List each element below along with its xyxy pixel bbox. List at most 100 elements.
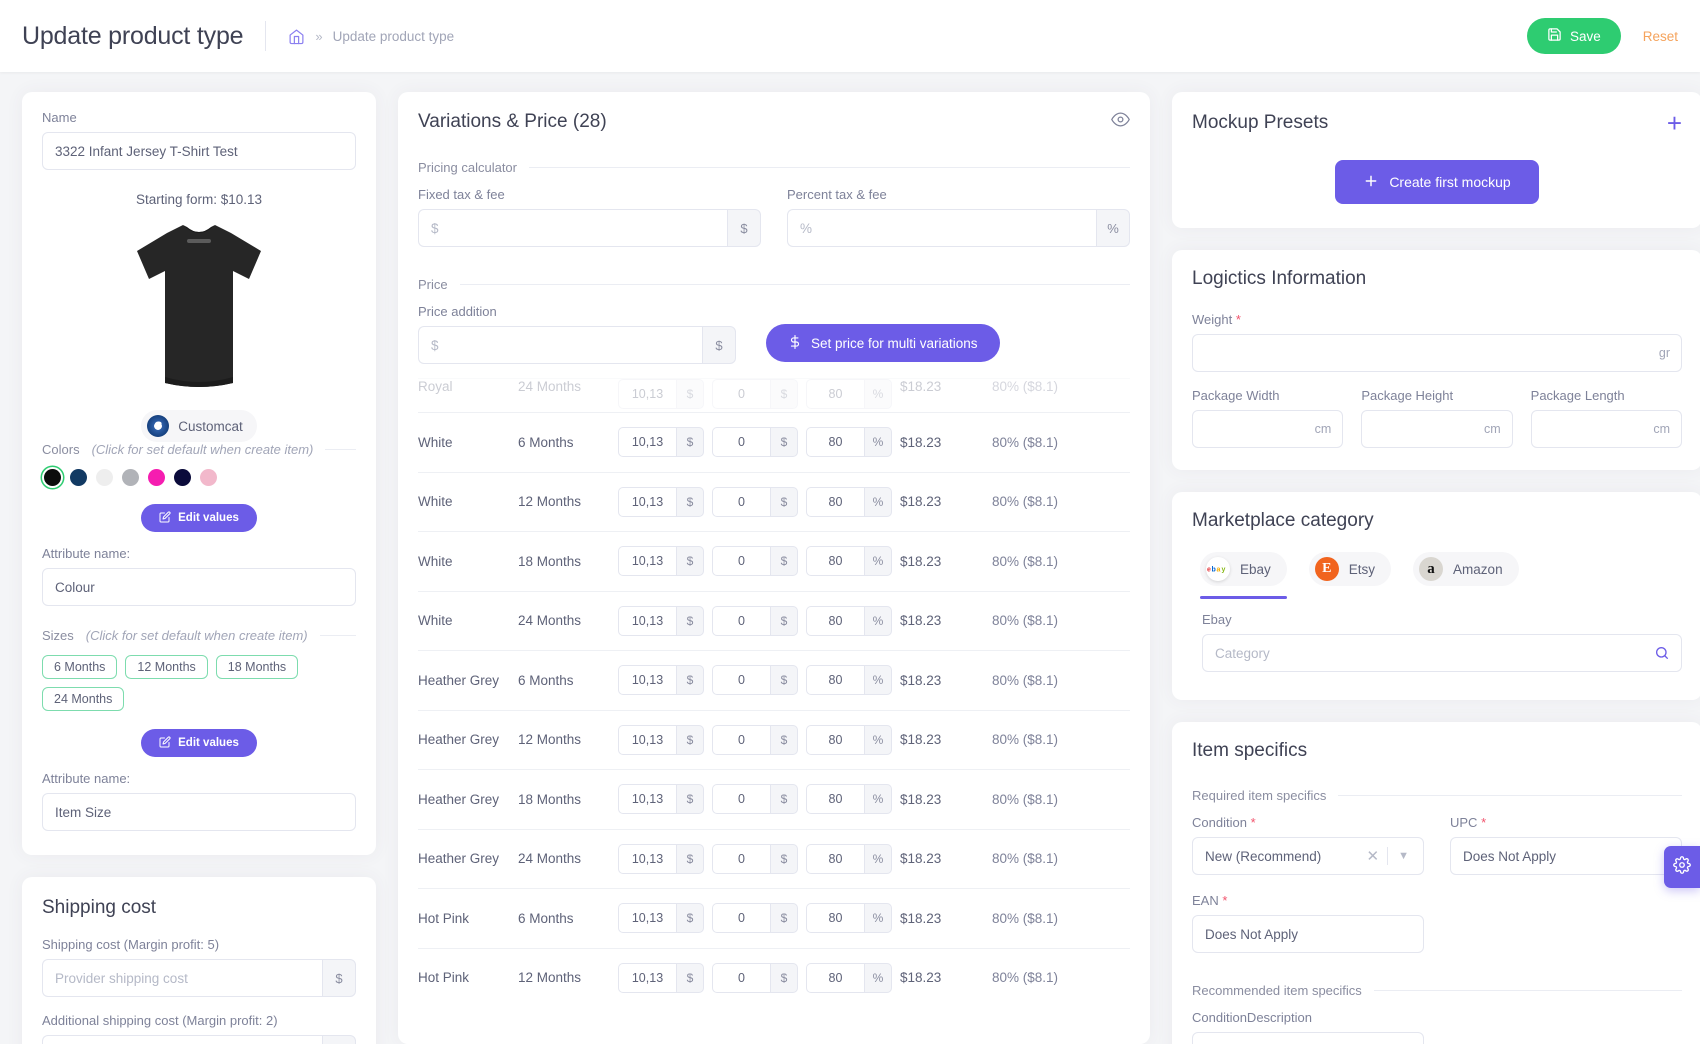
table-row[interactable]: Royal 24 Months $ $ % $18.23 80% ($8.1): [418, 378, 1130, 412]
row-add-input[interactable]: [712, 665, 770, 696]
row-add-input[interactable]: [712, 486, 770, 517]
row-pct-input[interactable]: [806, 427, 864, 458]
chevron-down-icon[interactable]: ▼: [1388, 850, 1415, 862]
row-pct-input[interactable]: [806, 605, 864, 636]
row-pct-input[interactable]: [806, 486, 864, 517]
row-pct-input[interactable]: [806, 903, 864, 934]
row-add-input[interactable]: [712, 605, 770, 636]
size-chip[interactable]: 24 Months: [42, 687, 125, 711]
save-button[interactable]: Save: [1526, 18, 1621, 54]
edit-colors-button[interactable]: Edit values: [141, 504, 257, 532]
row-pct-input[interactable]: [806, 962, 864, 993]
row-price: $18.23: [900, 970, 942, 986]
row-add-input[interactable]: [712, 962, 770, 993]
row-add-input[interactable]: [712, 903, 770, 934]
row-size: 6 Months: [518, 672, 574, 688]
package-height-input[interactable]: [1361, 410, 1513, 448]
home-icon[interactable]: [288, 28, 305, 45]
tab-etsy[interactable]: E Etsy: [1308, 552, 1392, 586]
size-attribute-input[interactable]: [42, 793, 356, 831]
row-add-input[interactable]: [712, 379, 770, 409]
category-search-input[interactable]: [1202, 634, 1682, 672]
set-price-multi-button[interactable]: Set price for multi variations: [766, 324, 1000, 362]
row-cost-input[interactable]: [618, 843, 676, 874]
row-pct-field: %: [806, 665, 892, 696]
brand-chip[interactable]: C Customcat: [141, 410, 257, 442]
row-add-input[interactable]: [712, 843, 770, 874]
row-cost-input[interactable]: [618, 605, 676, 636]
table-row[interactable]: Hot Pink 6 Months $ $ % $18.23 80% ($8.1…: [418, 888, 1130, 948]
price-label: Price: [418, 277, 448, 292]
package-length-input[interactable]: [1530, 410, 1682, 448]
settings-fab[interactable]: [1664, 846, 1700, 888]
row-pct-input[interactable]: [806, 843, 864, 874]
product-name-input[interactable]: [42, 132, 356, 170]
reset-button[interactable]: Reset: [1643, 29, 1678, 44]
size-attribute-label: Attribute name:: [42, 771, 131, 786]
colour-attribute-input[interactable]: [42, 568, 356, 606]
table-row[interactable]: White 12 Months $ $ % $18.23 80% ($8.1): [418, 471, 1130, 532]
size-chip[interactable]: 18 Months: [215, 655, 299, 679]
row-cost-input[interactable]: [618, 724, 676, 755]
marketplace-panel: Ebay: [1192, 612, 1682, 672]
table-row[interactable]: Heather Grey 12 Months $ $ % $18.23 80% …: [418, 709, 1130, 770]
row-cost-input[interactable]: [618, 486, 676, 517]
price-addition-input[interactable]: [418, 326, 702, 364]
weight-input[interactable]: [1192, 334, 1682, 372]
size-chip[interactable]: 6 Months: [42, 655, 118, 679]
color-swatch-hot-pink[interactable]: [148, 469, 165, 486]
create-first-mockup-button[interactable]: Create first mockup: [1335, 160, 1539, 204]
row-cost-input[interactable]: [618, 962, 676, 993]
edit-sizes-button[interactable]: Edit values: [141, 729, 257, 757]
color-swatch-light-pink[interactable]: [200, 469, 217, 486]
row-add-field: $: [712, 843, 798, 874]
package-width-input[interactable]: [1192, 410, 1344, 448]
condition-select[interactable]: New (Recommend) ✕ ▼: [1192, 837, 1424, 875]
color-swatch-royal[interactable]: [174, 469, 191, 486]
row-pct-input[interactable]: [806, 784, 864, 815]
additional-shipping-input[interactable]: [42, 1035, 322, 1044]
row-pct-input[interactable]: [806, 724, 864, 755]
ean-input[interactable]: [1192, 915, 1424, 953]
table-row[interactable]: Hot Pink 12 Months $ $ % $18.23 80% ($8.…: [418, 947, 1130, 1008]
condition-description-input[interactable]: [1192, 1032, 1424, 1044]
row-pct-input[interactable]: [806, 546, 864, 577]
row-cost-input[interactable]: [618, 427, 676, 458]
shipping-cost-input[interactable]: [42, 959, 322, 997]
upc-input[interactable]: [1450, 837, 1682, 875]
row-add-input[interactable]: [712, 546, 770, 577]
row-pct-input[interactable]: [806, 379, 864, 409]
row-add-input[interactable]: [712, 724, 770, 755]
table-row[interactable]: White 6 Months $ $ % $18.23 80% ($8.1): [418, 412, 1130, 472]
eye-icon[interactable]: [1111, 110, 1130, 134]
row-add-input[interactable]: [712, 784, 770, 815]
table-row[interactable]: White 24 Months $ $ % $18.23 80% ($8.1): [418, 590, 1130, 651]
color-swatch-black[interactable]: [44, 469, 61, 486]
table-row[interactable]: Heather Grey 6 Months $ $ % $18.23 80% (…: [418, 650, 1130, 710]
table-row[interactable]: White 18 Months $ $ % $18.23 80% ($8.1): [418, 531, 1130, 591]
table-row[interactable]: Heather Grey 24 Months $ $ % $18.23 80% …: [418, 828, 1130, 889]
row-cost-input[interactable]: [618, 784, 676, 815]
color-swatch-navy[interactable]: [70, 469, 87, 486]
row-color: Heather Grey: [418, 732, 500, 748]
row-cost-input[interactable]: [618, 379, 676, 409]
row-cost-input[interactable]: [618, 903, 676, 934]
breadcrumb-current[interactable]: Update product type: [333, 29, 455, 44]
tab-ebay[interactable]: ebay Ebay: [1200, 552, 1287, 599]
tab-amazon[interactable]: a Amazon: [1413, 552, 1519, 586]
item-specifics-title: Item specifics: [1192, 740, 1308, 761]
row-add-input[interactable]: [712, 427, 770, 458]
search-icon[interactable]: [1643, 635, 1681, 671]
color-swatch-white[interactable]: [96, 469, 113, 486]
color-swatch-heather-grey[interactable]: [122, 469, 139, 486]
fixed-tax-input[interactable]: [418, 209, 727, 247]
package-length-field: Package Length cm: [1530, 388, 1682, 448]
add-mockup-icon[interactable]: +: [1667, 110, 1682, 136]
row-cost-input[interactable]: [618, 546, 676, 577]
percent-tax-input[interactable]: [787, 209, 1096, 247]
row-cost-input[interactable]: [618, 665, 676, 696]
clear-icon[interactable]: ✕: [1359, 847, 1388, 865]
size-chip[interactable]: 12 Months: [125, 655, 208, 679]
table-row[interactable]: Heather Grey 18 Months $ $ % $18.23 80% …: [418, 769, 1130, 829]
row-pct-input[interactable]: [806, 665, 864, 696]
